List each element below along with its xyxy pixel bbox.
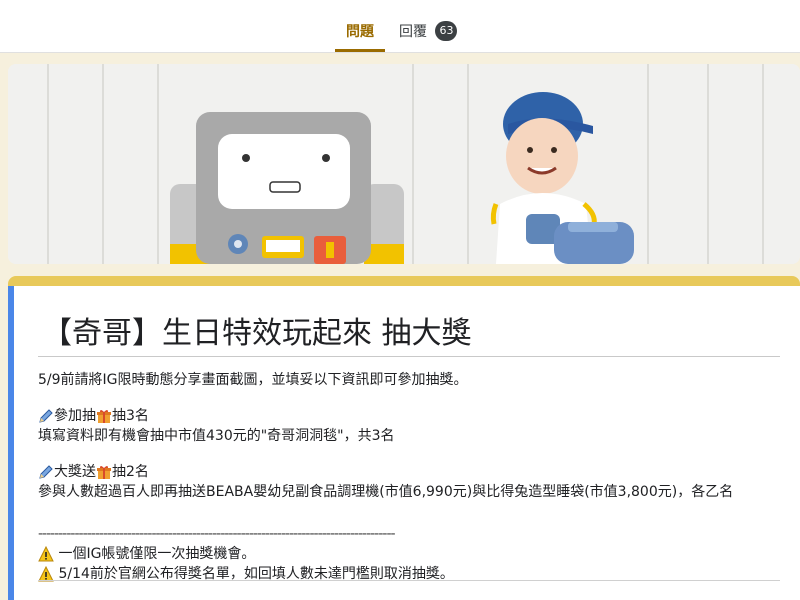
tab-questions[interactable]: 問題 — [335, 0, 385, 52]
post-body: 5/9前請將IG限時動態分享畫面截圖，並填妥以下資訊即可參加抽獎。 參加抽 抽3… — [38, 370, 780, 584]
prize1-heading: 參加抽 抽3名 — [38, 406, 780, 426]
warning-icon — [38, 545, 54, 562]
header-banner-image — [8, 64, 800, 264]
dashed-divider: ----------------------------------------… — [38, 526, 396, 542]
gift-icon — [96, 408, 112, 424]
post-intro: 5/9前請將IG限時動態分享畫面截圖，並填妥以下資訊即可參加抽獎。 — [38, 372, 468, 388]
note-1: 一個IG帳號僅限一次抽獎機會。 — [38, 544, 780, 564]
bottom-divider — [38, 580, 780, 581]
post-title: 【奇哥】生日特效玩起來 抽大獎 — [42, 316, 472, 351]
banner-illustration — [8, 64, 800, 264]
prize1-label-a: 參加抽 — [54, 408, 96, 424]
pencil-icon — [38, 464, 54, 480]
post-card: 【奇哥】生日特效玩起來 抽大獎 5/9前請將IG限時動態分享畫面截圖，並填妥以下… — [8, 286, 800, 600]
tab-replies[interactable]: 回覆 63 — [399, 0, 469, 52]
gift-icon — [96, 464, 112, 480]
prize2-heading: 大獎送 抽2名 — [38, 462, 780, 482]
prize2-label-a: 大獎送 — [54, 464, 96, 480]
tab-bar: 問題 回覆 63 — [0, 0, 800, 53]
note-2: 5/14前於官網公布得獎名單，如回填人數未達門檻則取消抽獎。 — [38, 564, 780, 584]
title-divider — [38, 356, 780, 357]
prize2-desc: 參與人數超過百人即再抽送BEABA嬰幼兒副食品調理機(市值6,990元)與比得兔… — [38, 484, 734, 500]
prize2-label-b: 抽2名 — [112, 464, 149, 480]
prize1-label-b: 抽3名 — [112, 408, 149, 424]
note-1-text: 一個IG帳號僅限一次抽獎機會。 — [58, 546, 256, 562]
replies-count-badge: 63 — [435, 21, 458, 41]
prize1-desc: 填寫資料即有機會抽中市值430元的"奇哥洞洞毯"，共3名 — [38, 428, 395, 444]
tab-replies-label: 回覆 — [399, 24, 427, 40]
tab-questions-label: 問題 — [346, 24, 374, 40]
pencil-icon — [38, 408, 54, 424]
